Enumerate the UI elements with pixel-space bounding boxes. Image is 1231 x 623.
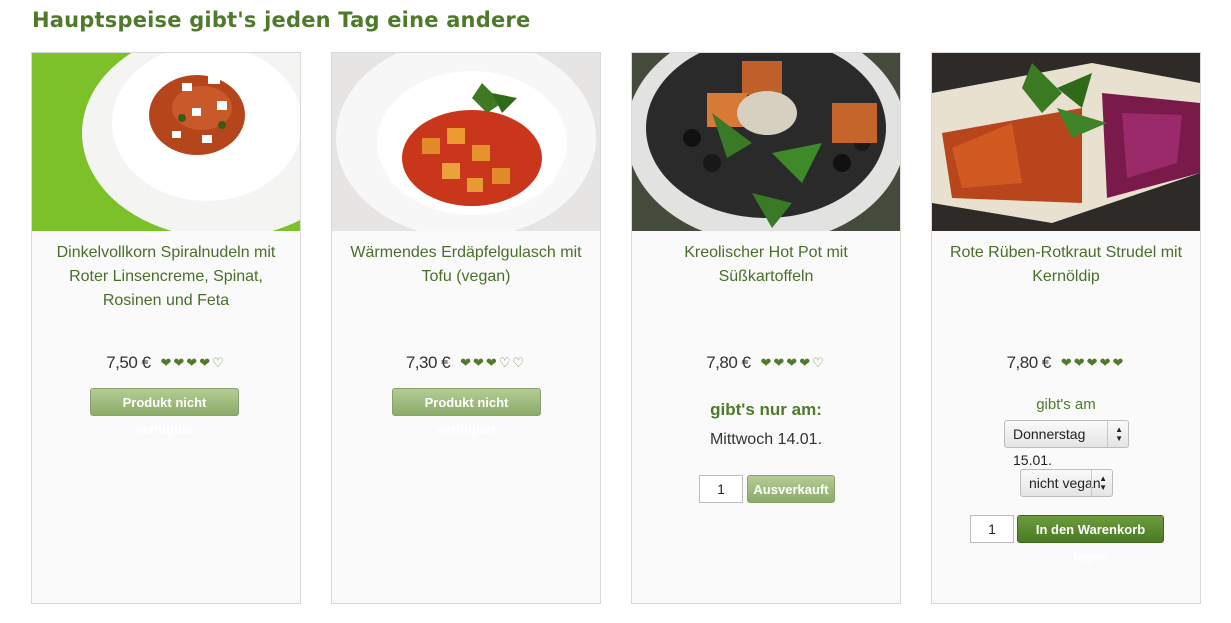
product-card: Dinkelvollkorn Spiralnudeln mit Roter Li… bbox=[31, 52, 301, 604]
product-card: Wärmendes Erdäpfelgulasch mit Tofu (vega… bbox=[331, 52, 601, 604]
product-grid: Dinkelvollkorn Spiralnudeln mit Roter Li… bbox=[31, 52, 1201, 604]
add-to-cart-button[interactable]: In den Warenkorb legen bbox=[1017, 515, 1164, 564]
price-rating-row: 7,50 € ❤❤❤❤♡ bbox=[32, 353, 300, 373]
product-price: 7,80 € bbox=[1006, 353, 1052, 372]
product-price: 7,80 € bbox=[706, 353, 751, 372]
heart-filled-icon: ❤ bbox=[186, 355, 200, 370]
product-title[interactable]: Wärmendes Erdäpfelgulasch mit Tofu (vega… bbox=[342, 241, 590, 289]
heart-filled-icon: ❤ bbox=[173, 355, 187, 370]
heart-filled-icon: ❤ bbox=[1099, 355, 1113, 370]
price-rating-row: 7,80 € ❤❤❤❤♡ bbox=[632, 353, 900, 373]
product-price: 7,30 € bbox=[405, 353, 451, 372]
price-rating-row: 7,30 € ❤❤❤♡♡ bbox=[332, 353, 600, 373]
heart-filled-icon: ❤ bbox=[1112, 355, 1126, 370]
select-divider bbox=[1107, 421, 1108, 447]
heart-filled-icon: ❤ bbox=[1060, 355, 1074, 370]
date-select-value: Donnerstag 15.01. bbox=[1013, 426, 1086, 468]
product-card: Kreolischer Hot Pot mit Süßkartoffeln 7,… bbox=[631, 52, 901, 604]
product-card: Rote Rüben-Rotkraut Strudel mit Kernöldi… bbox=[931, 52, 1201, 604]
heart-filled-icon: ❤ bbox=[799, 355, 813, 370]
product-image[interactable] bbox=[632, 53, 900, 231]
heart-filled-icon: ❤ bbox=[786, 355, 800, 370]
product-price: 7,50 € bbox=[106, 353, 151, 372]
quantity-input[interactable]: 1 bbox=[970, 515, 1014, 543]
heart-empty-icon: ♡ bbox=[498, 355, 513, 370]
section-title: Hauptspeise gibt's jeden Tag eine andere bbox=[32, 8, 531, 32]
heart-filled-icon: ❤ bbox=[1086, 355, 1100, 370]
product-image[interactable] bbox=[332, 53, 600, 231]
product-title[interactable]: Rote Rüben-Rotkraut Strudel mit Kernöldi… bbox=[942, 241, 1190, 289]
availability-date: Mittwoch 14.01. bbox=[709, 431, 823, 448]
heart-filled-icon: ❤ bbox=[773, 355, 787, 370]
select-divider bbox=[1091, 470, 1092, 496]
heart-filled-icon: ❤ bbox=[485, 355, 499, 370]
diet-select-value: nicht vegan bbox=[1029, 475, 1101, 491]
product-image[interactable] bbox=[32, 53, 300, 231]
heart-empty-icon: ♡ bbox=[512, 355, 527, 370]
heart-filled-icon: ❤ bbox=[460, 355, 474, 370]
unavailable-button[interactable]: Produkt nicht verfügbar bbox=[392, 388, 541, 437]
heart-empty-icon: ♡ bbox=[812, 355, 826, 370]
heart-empty-icon: ♡ bbox=[212, 355, 226, 370]
rating-hearts: ❤❤❤❤❤ bbox=[1061, 355, 1126, 371]
sold-out-button[interactable]: Ausverkauft bbox=[747, 475, 835, 503]
heart-filled-icon: ❤ bbox=[199, 355, 213, 370]
date-select[interactable]: Donnerstag 15.01. ▲ ▼ bbox=[1004, 420, 1129, 468]
product-title[interactable]: Kreolischer Hot Pot mit Süßkartoffeln bbox=[642, 241, 890, 289]
heart-filled-icon: ❤ bbox=[1073, 355, 1087, 370]
product-title[interactable]: Dinkelvollkorn Spiralnudeln mit Roter Li… bbox=[42, 241, 290, 313]
availability-label: gibt's nur am: bbox=[710, 400, 822, 419]
price-rating-row: 7,80 € ❤❤❤❤❤ bbox=[932, 353, 1200, 373]
unavailable-button[interactable]: Produkt nicht verfügbar bbox=[90, 388, 239, 437]
heart-filled-icon: ❤ bbox=[760, 355, 774, 370]
rating-hearts: ❤❤❤❤♡ bbox=[760, 355, 825, 371]
available-on-label: gibt's am bbox=[1036, 396, 1096, 413]
select-arrows-icon: ▲ ▼ bbox=[1099, 474, 1107, 492]
heart-filled-icon: ❤ bbox=[473, 355, 486, 370]
product-image[interactable] bbox=[932, 53, 1200, 231]
rating-hearts: ❤❤❤♡♡ bbox=[460, 355, 526, 371]
heart-filled-icon: ❤ bbox=[160, 355, 174, 370]
diet-select[interactable]: nicht vegan ▲ ▼ bbox=[1020, 469, 1113, 497]
rating-hearts: ❤❤❤❤♡ bbox=[160, 355, 225, 371]
select-arrows-icon: ▲ ▼ bbox=[1115, 425, 1123, 443]
quantity-input[interactable]: 1 bbox=[699, 475, 743, 503]
